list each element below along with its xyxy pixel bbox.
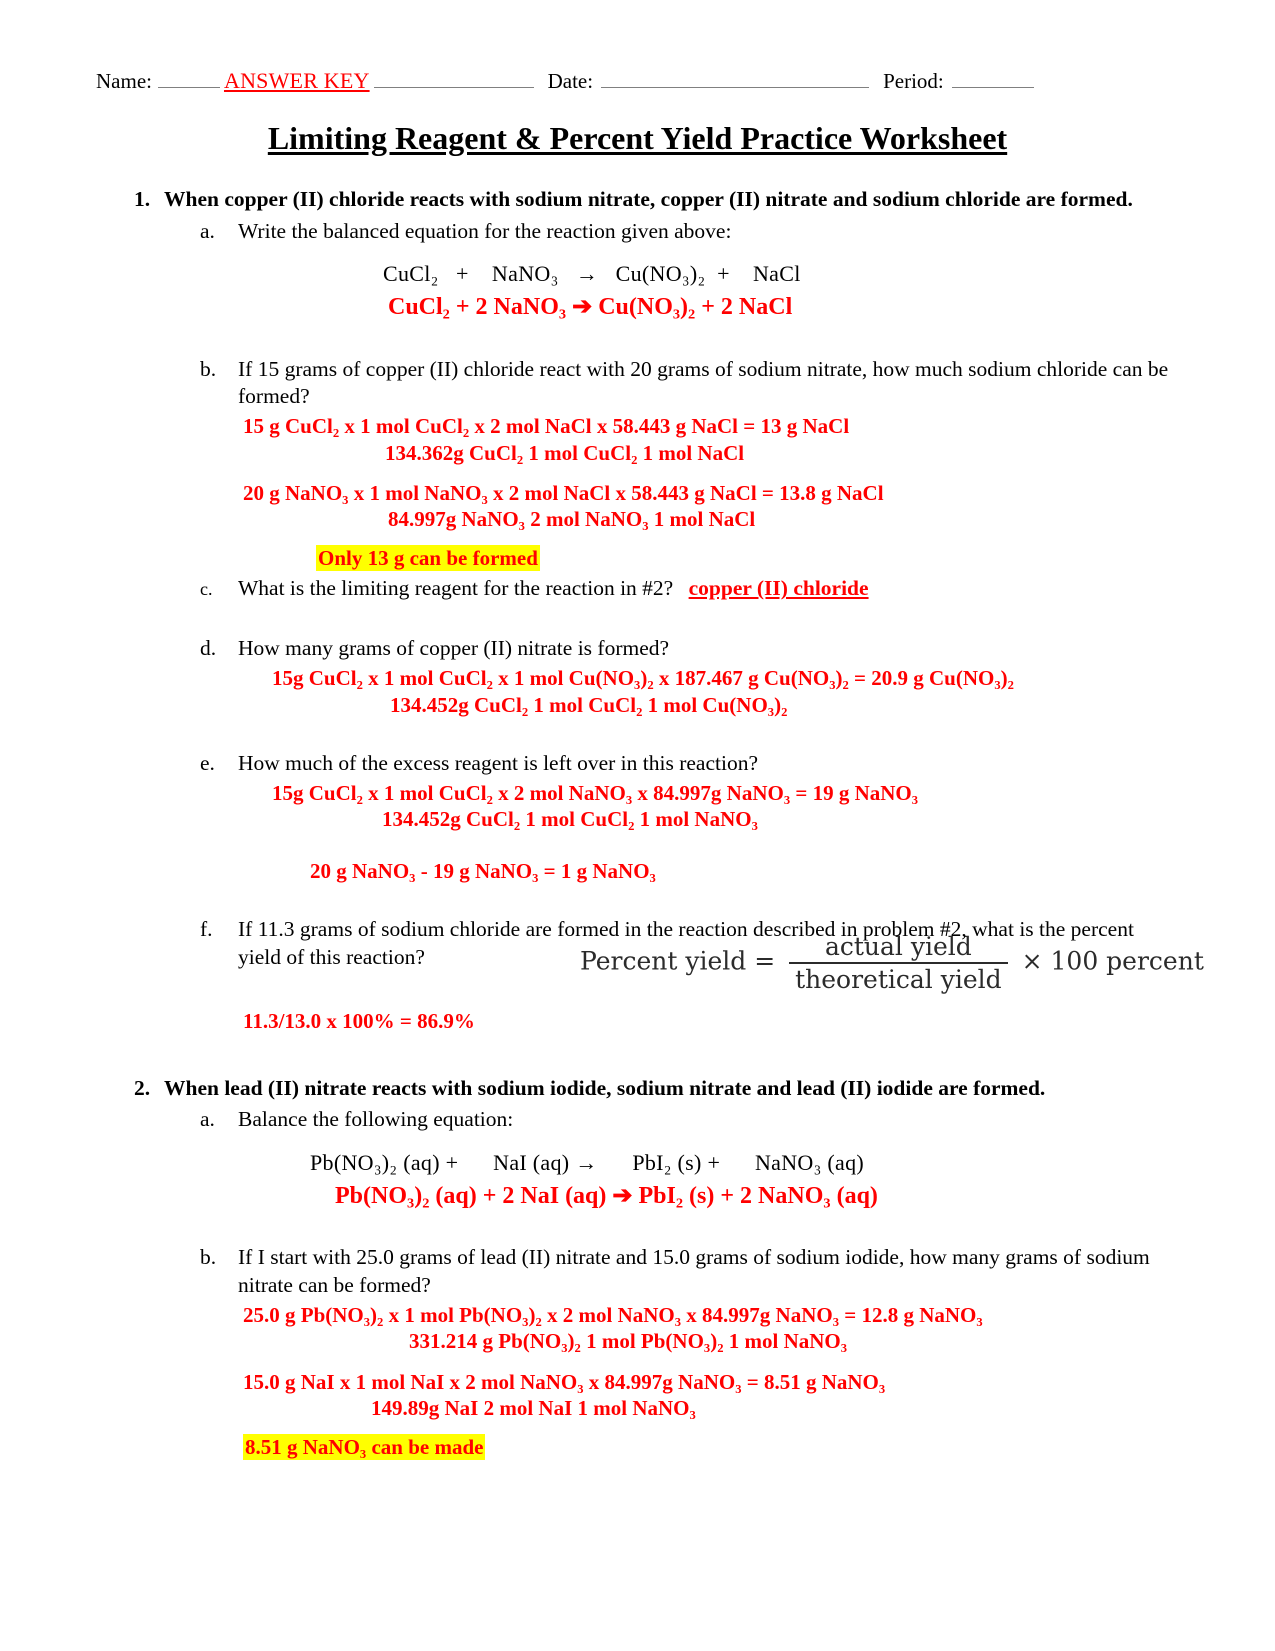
work-1d-denominator: 134.452g CuCl₂ 1 mol CuCl₂ 1 mol Cu(NO₃)… (390, 692, 788, 717)
highlight-1b-answer: Only 13 g can be formed (316, 545, 540, 572)
worksheet-content: 1. When copper (II) chloride reacts with… (0, 186, 1275, 1460)
question-1c-letter: c. (200, 579, 213, 600)
equation-2a-answer: Pb(NO₃)₂ (aq) + 2 NaI (aq) ➔ PbI₂ (s) + … (335, 1182, 878, 1209)
work-1b-second: 20 g NaNO₃ x 1 mol NaNO₃ x 2 mol NaCl x … (0, 480, 1275, 533)
equation-2a-given: Pb(NO₃)₂ (aq) + NaI (aq) → PbI₂ (s) + Na… (310, 1150, 864, 1176)
work-1e: 15g CuCl₂ x 1 mol CuCl₂ x 2 mol NaNO₃ x … (0, 780, 1275, 833)
highlight-1b-wrapper: Only 13 g can be formed (0, 545, 1275, 572)
question-1d: d. How many grams of copper (II) nitrate… (0, 635, 1275, 663)
question-1a: a. Write the balanced equation for the r… (0, 218, 1275, 246)
question-1-prompt: When copper (II) chloride reacts with so… (164, 187, 1133, 211)
equation-1a-answer: CuCl₂ + 2 NaNO₃ ➔ Cu(NO₃)₂ + 2 NaCl (388, 294, 793, 321)
date-label: Date: (547, 69, 594, 93)
work-2b-first: 25.0 g Pb(NO₃)₂ x 1 mol Pb(NO₃)₂ x 2 mol… (0, 1302, 1275, 1355)
period-rule (951, 86, 1034, 88)
work-1b-first-denominator: 134.362g CuCl₂ 1 mol CuCl₂ 1 mol NaCl (385, 440, 745, 465)
date-rule (601, 86, 870, 88)
work-2b-second-denominator: 149.89g NaI 2 mol NaI 1 mol NaNO₃ (371, 1395, 696, 1420)
question-2b: b. If I start with 25.0 grams of lead (I… (0, 1244, 1275, 1300)
work-1b-second-denominator: 84.997g NaNO₃ 2 mol NaNO₃ 1 mol NaCl (388, 507, 756, 532)
question-2: 2. When lead (II) nitrate reacts with so… (0, 1075, 1275, 1103)
question-2a-letter: a. (200, 1107, 215, 1132)
question-1c: c. What is the limiting reagent for the … (0, 575, 1275, 603)
work-1b-first-numerator: 15 g CuCl₂ x 1 mol CuCl₂ x 2 mol NaCl x … (243, 414, 850, 439)
question-1e-letter: e. (200, 750, 215, 775)
question-1f: f. If 11.3 grams of sodium chloride are … (0, 916, 1275, 972)
work-2b-first-denominator: 331.214 g Pb(NO₃)₂ 1 mol Pb(NO₃)₂ 1 mol … (409, 1329, 848, 1354)
question-1e-prompt: How much of the excess reagent is left o… (238, 750, 758, 775)
page-title: Limiting Reagent & Percent Yield Practic… (267, 120, 1008, 156)
name-label: Name: (96, 69, 152, 93)
question-1e: e. How much of the excess reagent is lef… (0, 750, 1275, 778)
work-2b-second: 15.0 g NaI x 1 mol NaI x 2 mol NaNO₃ x 8… (0, 1369, 1275, 1422)
highlight-2b-wrapper: 8.51 g NaNO₃ can be made (0, 1434, 1275, 1460)
question-1c-prompt: What is the limiting reagent for the rea… (238, 576, 674, 601)
equation-1a-given: CuCl₂ + NaNO₃ → Cu(NO₃)₂ + NaCl (383, 261, 801, 287)
work-2b-second-numerator: 15.0 g NaI x 1 mol NaI x 2 mol NaNO₃ x 8… (243, 1369, 886, 1394)
answer-1f: 11.3/13.0 x 100% = 86.9% (243, 1009, 475, 1034)
work-1d-numerator: 15g CuCl₂ x 1 mol CuCl₂ x 1 mol Cu(NO₃)₂… (272, 666, 1014, 691)
work-1b-second-numerator: 20 g NaNO₃ x 1 mol NaNO₃ x 2 mol NaCl x … (243, 480, 884, 505)
work-1d: 15g CuCl₂ x 1 mol CuCl₂ x 1 mol Cu(NO₃)₂… (0, 665, 1275, 718)
work-2b-first-numerator: 25.0 g Pb(NO₃)₂ x 1 mol Pb(NO₃)₂ x 2 mol… (243, 1303, 983, 1327)
question-1: 1. When copper (II) chloride reacts with… (0, 186, 1275, 214)
work-1e-subtraction: 20 g NaNO₃ - 19 g NaNO₃ = 1 g NaNO₃ (310, 859, 656, 884)
question-1f-letter: f. (200, 917, 213, 942)
answer-key-text: ANSWER KEY (223, 68, 370, 93)
work-1e-denominator: 134.452g CuCl₂ 1 mol CuCl₂ 1 mol NaNO₃ (382, 806, 758, 831)
question-1f-prompt: If 11.3 grams of sodium chloride are for… (238, 917, 1134, 970)
question-1d-letter: d. (200, 636, 217, 661)
question-1a-prompt: Write the balanced equation for the reac… (238, 218, 732, 243)
question-2b-letter: b. (200, 1245, 217, 1270)
question-1-number: 1. (134, 187, 151, 211)
student-info-header: Name: ANSWER KEY Date: Period: (96, 68, 1181, 94)
question-2b-prompt: If I start with 25.0 grams of lead (II) … (238, 1245, 1150, 1298)
highlight-2b-answer: 8.51 g NaNO₃ can be made (243, 1434, 486, 1460)
question-2a: a. Balance the following equation: (0, 1106, 1275, 1134)
question-2-number: 2. (134, 1075, 151, 1100)
question-1b-letter: b. (200, 356, 217, 381)
question-1c-answer: copper (II) chloride (688, 576, 869, 601)
name-rule-left (157, 86, 220, 88)
work-1b-first: 15 g CuCl₂ x 1 mol CuCl₂ x 2 mol NaCl x … (0, 413, 1275, 466)
question-1b-prompt: If 15 grams of copper (II) chloride reac… (238, 356, 1169, 409)
work-1e-numerator: 15g CuCl₂ x 1 mol CuCl₂ x 2 mol NaNO₃ x … (272, 780, 919, 805)
question-1c-body: What is the limiting reagent for the rea… (238, 575, 1179, 603)
question-1a-letter: a. (200, 218, 215, 243)
name-rule-right (373, 86, 534, 88)
period-label: Period: (883, 69, 944, 93)
worksheet-page: Name: ANSWER KEY Date: Period: Limiting … (0, 0, 1275, 1651)
question-2-prompt: When lead (II) nitrate reacts with sodiu… (164, 1075, 1046, 1100)
question-2a-prompt: Balance the following equation: (238, 1107, 514, 1132)
question-1d-prompt: How many grams of copper (II) nitrate is… (238, 636, 670, 661)
question-1b: b. If 15 grams of copper (II) chloride r… (0, 356, 1275, 412)
